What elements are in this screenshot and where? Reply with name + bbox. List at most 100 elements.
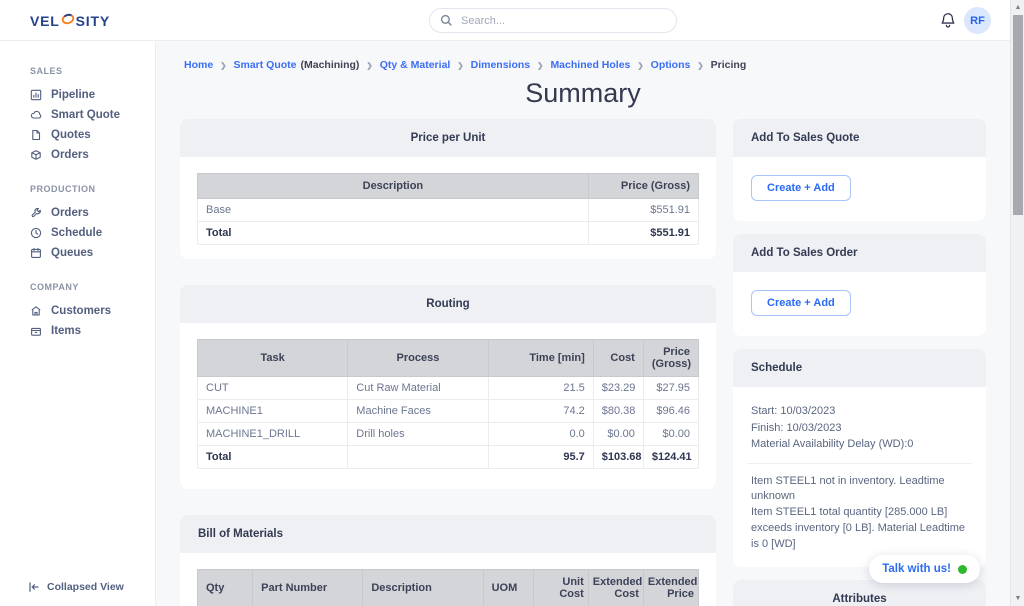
schedule-start: Start: 10/03/2023 bbox=[751, 403, 968, 420]
sidebar-item-items[interactable]: Items bbox=[0, 321, 155, 341]
sidebar-section-sales: SALES Pipeline Smart Quote Quotes Orders bbox=[0, 66, 155, 165]
column-header-uom: UOM bbox=[483, 570, 533, 606]
sidebar-item-label: Customers bbox=[51, 305, 111, 317]
cell-total-cost: $103.68 bbox=[593, 446, 643, 469]
column-header-cost: Cost bbox=[593, 340, 643, 377]
breadcrumb-machined-holes-link[interactable]: Machined Holes bbox=[550, 59, 630, 71]
online-status-dot-icon bbox=[958, 565, 967, 574]
add-to-sales-quote-card: Add To Sales Quote Create + Add bbox=[733, 119, 986, 221]
sidebar-section-production: PRODUCTION Orders Schedule Queues bbox=[0, 184, 155, 263]
warning-line-1: Item STEEL1 not in inventory. Leadtime u… bbox=[751, 474, 968, 506]
sidebar-item-sales-orders[interactable]: Orders bbox=[0, 145, 155, 165]
collapse-sidebar-toggle[interactable]: Collapsed View bbox=[28, 581, 124, 593]
sidebar-item-label: Schedule bbox=[51, 227, 102, 239]
main-content: Home ❯ Smart Quote (Machining) ❯ Qty & M… bbox=[156, 41, 1010, 606]
sidebar-item-queues[interactable]: Queues bbox=[0, 243, 155, 263]
breadcrumb: Home ❯ Smart Quote (Machining) ❯ Qty & M… bbox=[156, 41, 1010, 71]
schedule-card-title: Schedule bbox=[733, 349, 986, 387]
bill-of-materials-card: Bill of Materials Qty Part Number Descri… bbox=[180, 515, 716, 606]
notifications-bell-icon[interactable] bbox=[940, 12, 956, 34]
chevron-right-icon: ❯ bbox=[220, 61, 226, 70]
box-icon bbox=[30, 325, 42, 337]
routing-card: Routing Task Process Time [min] Cost Pri… bbox=[180, 285, 716, 489]
sidebar-item-quotes[interactable]: Quotes bbox=[0, 125, 155, 145]
velocity-logo[interactable]: VEL SITY bbox=[30, 12, 110, 29]
cell-process: Machine Faces bbox=[348, 400, 488, 423]
sidebar-item-pipeline[interactable]: Pipeline bbox=[0, 85, 155, 105]
collapsed-view-label: Collapsed View bbox=[47, 581, 124, 593]
sidebar-section-title: PRODUCTION bbox=[30, 184, 155, 194]
cell-task: MACHINE1 bbox=[198, 400, 348, 423]
sidebar-section-title: SALES bbox=[30, 66, 155, 76]
sidebar-item-customers[interactable]: Customers bbox=[0, 301, 155, 321]
bill-of-materials-card-title: Bill of Materials bbox=[180, 515, 716, 553]
scroll-down-arrow-icon[interactable]: ▼ bbox=[1011, 595, 1024, 603]
cell-process: Cut Raw Material bbox=[348, 377, 488, 400]
add-to-sales-order-title: Add To Sales Order bbox=[733, 234, 986, 272]
cell-description: Base bbox=[198, 199, 589, 222]
chevron-right-icon: ❯ bbox=[537, 61, 543, 70]
column-header-description: Description bbox=[198, 174, 589, 199]
cell-time: 21.5 bbox=[488, 377, 593, 400]
cell-time: 74.2 bbox=[488, 400, 593, 423]
window-scrollbar[interactable]: ▲ ▼ bbox=[1010, 0, 1024, 606]
create-add-sales-quote-button[interactable]: Create + Add bbox=[751, 175, 851, 201]
package-icon bbox=[30, 149, 42, 161]
cell-empty bbox=[348, 446, 488, 469]
cell-cost: $80.38 bbox=[593, 400, 643, 423]
sidebar-item-production-orders[interactable]: Orders bbox=[0, 203, 155, 223]
cell-total-price: $124.41 bbox=[643, 446, 698, 469]
scrollbar-thumb[interactable] bbox=[1013, 15, 1023, 215]
table-row: Base $551.91 bbox=[198, 199, 699, 222]
cell-task: CUT bbox=[198, 377, 348, 400]
clock-icon bbox=[30, 227, 42, 239]
global-search[interactable] bbox=[429, 8, 677, 33]
top-header: VEL SITY RF bbox=[0, 0, 1024, 41]
column-header-qty: Qty bbox=[198, 570, 253, 606]
sidebar-section-company: COMPANY Customers Items bbox=[0, 282, 155, 341]
column-header-unit-cost: Unit Cost bbox=[533, 570, 588, 606]
breadcrumb-dimensions-link[interactable]: Dimensions bbox=[471, 59, 531, 71]
column-header-price-gross: Price (Gross) bbox=[643, 340, 698, 377]
cell-price: $0.00 bbox=[643, 423, 698, 446]
routing-table: Task Process Time [min] Cost Price (Gros… bbox=[197, 339, 699, 469]
breadcrumb-current-pricing: Pricing bbox=[711, 59, 747, 71]
logo-text-sity: SITY bbox=[76, 13, 110, 29]
breadcrumb-qty-material-link[interactable]: Qty & Material bbox=[380, 59, 451, 71]
breadcrumb-home-link[interactable]: Home bbox=[184, 59, 213, 71]
sidebar-item-label: Queues bbox=[51, 247, 93, 259]
search-input[interactable] bbox=[461, 15, 666, 27]
cell-time: 0.0 bbox=[488, 423, 593, 446]
scroll-up-arrow-icon[interactable]: ▲ bbox=[1011, 4, 1024, 12]
logo-swoosh-o-icon bbox=[61, 12, 75, 29]
collapse-left-icon bbox=[28, 581, 40, 593]
user-avatar[interactable]: RF bbox=[964, 7, 991, 34]
cell-price: $551.91 bbox=[588, 199, 698, 222]
attributes-card: Attributes Attribute Value bbox=[733, 580, 986, 606]
price-per-unit-card: Price per Unit Description Price (Gross) bbox=[180, 119, 716, 259]
column-header-price-gross: Price (Gross) bbox=[588, 174, 698, 199]
cloud-icon bbox=[30, 109, 42, 121]
breadcrumb-options-link[interactable]: Options bbox=[651, 59, 691, 71]
cell-total-time: 95.7 bbox=[488, 446, 593, 469]
schedule-material-delay: Material Availability Delay (WD):0 bbox=[751, 436, 968, 453]
create-add-sales-order-button[interactable]: Create + Add bbox=[751, 290, 851, 316]
chevron-right-icon: ❯ bbox=[457, 61, 463, 70]
calendar-icon bbox=[30, 247, 42, 259]
talk-with-us-chat-button[interactable]: Talk with us! bbox=[869, 555, 980, 583]
schedule-inventory-warning: Item STEEL1 not in inventory. Leadtime u… bbox=[747, 463, 972, 568]
column-header-extended-price: Extended Price bbox=[643, 570, 698, 606]
breadcrumb-smart-quote-link[interactable]: Smart Quote bbox=[233, 59, 296, 71]
cell-total-label: Total bbox=[198, 446, 348, 469]
sidebar-item-label: Orders bbox=[51, 149, 89, 161]
column-header-extended-cost: Extended Cost bbox=[588, 570, 643, 606]
sidebar-item-schedule[interactable]: Schedule bbox=[0, 223, 155, 243]
price-per-unit-card-title: Price per Unit bbox=[180, 119, 716, 157]
sidebar-item-smart-quote[interactable]: Smart Quote bbox=[0, 105, 155, 125]
document-icon bbox=[30, 129, 42, 141]
sidebar-item-label: Items bbox=[51, 325, 81, 337]
table-total-row: Total $551.91 bbox=[198, 222, 699, 245]
sidebar-item-label: Quotes bbox=[51, 129, 91, 141]
table-row: MACHINE1 Machine Faces 74.2 $80.38 $96.4… bbox=[198, 400, 699, 423]
column-header-process: Process bbox=[348, 340, 488, 377]
